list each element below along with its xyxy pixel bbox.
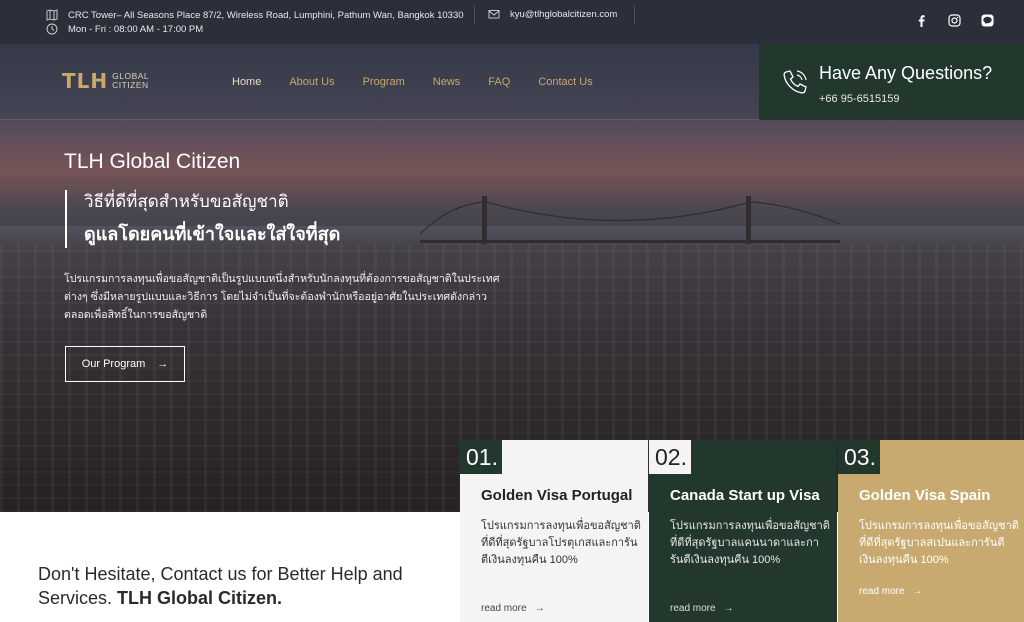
hero-quote: วิธีที่ดีที่สุดสำหรับขอสัญชาติ ดูแลโดยคน…: [65, 190, 340, 248]
arrow-right-icon: →: [723, 603, 734, 614]
button-label: Our Program: [81, 358, 146, 370]
divider: [474, 6, 475, 24]
nav-item-contact-us[interactable]: Contact Us: [538, 76, 592, 88]
card-title: Golden Visa Spain: [859, 487, 991, 504]
top-bar: CRC Tower– All Seasons Place 87/2, Wirel…: [0, 0, 1024, 44]
our-program-button[interactable]: Our Program →: [65, 346, 185, 382]
mail-icon: [488, 8, 500, 20]
card-number: 02.: [649, 440, 691, 474]
contact-callout: Don't Hesitate, Contact us for Better He…: [38, 562, 458, 610]
phone-number[interactable]: +66 95-6515159: [819, 93, 899, 105]
read-more-label: read more: [481, 603, 527, 614]
read-more-link[interactable]: read more →: [670, 603, 734, 614]
nav-item-news[interactable]: News: [433, 76, 461, 88]
main-navigation: TLH GLOBAL CITIZEN Home About Us Program…: [0, 44, 760, 120]
address-text: CRC Tower– All Seasons Place 87/2, Wirel…: [68, 9, 464, 21]
logo-subtext: GLOBAL CITIZEN: [112, 72, 149, 90]
hero-quote-line2: ดูแลโดยคนที่เข้าใจและใส่ใจที่สุด: [84, 224, 341, 244]
program-card-canada[interactable]: 02. Canada Start up Visa โปรแกรมการลงทุน…: [649, 440, 837, 622]
address-row: CRC Tower– All Seasons Place 87/2, Wirel…: [46, 8, 464, 22]
logo-mark: TLH: [62, 69, 109, 93]
topbar-info: CRC Tower– All Seasons Place 87/2, Wirel…: [46, 8, 464, 36]
social-links: [915, 14, 994, 27]
facebook-icon[interactable]: [915, 14, 928, 27]
card-description: โปรแกรมการลงทุนเพื่อขอสัญชาติที่ดีที่สุด…: [859, 520, 1019, 566]
read-more-label: read more: [670, 603, 716, 614]
card-number: 03.: [838, 440, 880, 474]
phone-icon: [783, 70, 807, 94]
instagram-icon[interactable]: [948, 14, 961, 27]
arrow-right-icon: →: [157, 358, 169, 370]
email-text: kyu@tlhglobalcitizen.com: [510, 8, 618, 20]
hero-quote-line1: วิธีที่ดีที่สุดสำหรับขอสัญชาติ: [84, 192, 289, 211]
nav-item-home[interactable]: Home: [232, 76, 261, 88]
map-icon: [46, 9, 58, 21]
line-icon[interactable]: [981, 14, 994, 27]
program-card-spain[interactable]: 03. Golden Visa Spain โปรแกรมการลงทุนเพื…: [838, 440, 1024, 622]
hours-row: Mon - Fri : 08:00 AM - 17:00 PM: [46, 22, 464, 36]
questions-panel: Have Any Questions? +66 95-6515159: [759, 44, 1024, 120]
program-card-portugal[interactable]: 01. Golden Visa Portugal โปรแกรมการลงทุน…: [460, 440, 648, 622]
card-title: Golden Visa Portugal: [481, 487, 633, 504]
card-title: Canada Start up Visa: [670, 487, 820, 504]
clock-icon: [46, 23, 58, 35]
card-description: โปรแกรมการลงทุนเพื่อขอสัญชาติที่ดีที่สุด…: [481, 520, 641, 566]
contact-brand: TLH Global Citizen.: [117, 588, 283, 608]
nav-item-program[interactable]: Program: [363, 76, 405, 88]
logo-line2: CITIZEN: [112, 80, 149, 90]
email-link[interactable]: kyu@tlhglobalcitizen.com: [488, 8, 617, 20]
divider: [634, 6, 635, 24]
card-number: 01.: [460, 440, 502, 474]
card-description: โปรแกรมการลงทุนเพื่อขอสัญชาติที่ดีที่สุด…: [670, 520, 830, 566]
nav-item-about-us[interactable]: About Us: [289, 76, 334, 88]
arrow-right-icon: →: [534, 603, 545, 614]
questions-title: Have Any Questions?: [819, 63, 993, 83]
read-more-link[interactable]: read more →: [859, 586, 923, 597]
site-logo[interactable]: TLH GLOBAL CITIZEN: [62, 69, 149, 93]
hero-title: TLH Global Citizen: [64, 150, 241, 173]
read-more-link[interactable]: read more →: [481, 603, 545, 614]
nav-item-faq[interactable]: FAQ: [488, 76, 510, 88]
hero-description: โปรแกรมการลงทุนเพื่อขอสัญชาติเป็นรูปแบบห…: [64, 273, 500, 321]
read-more-label: read more: [859, 586, 905, 597]
hours-text: Mon - Fri : 08:00 AM - 17:00 PM: [68, 23, 204, 35]
arrow-right-icon: →: [912, 586, 923, 597]
nav-menu: Home About Us Program News FAQ Contact U…: [232, 76, 621, 88]
